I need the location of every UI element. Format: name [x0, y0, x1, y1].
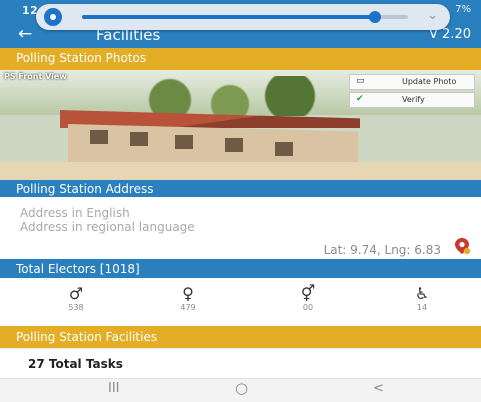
photos-section-header: Polling Station Photos — [0, 48, 481, 70]
total-tasks-row[interactable]: 27 Total Tasks — [0, 348, 481, 379]
lat-lng-readout: Lat: 9.74, Lng: 6.83 — [323, 243, 441, 257]
system-nav-bar: III ○ < — [0, 378, 481, 402]
facilities-header-label: Polling Station Facilities — [16, 330, 158, 344]
play-button[interactable] — [44, 8, 62, 26]
verify-button[interactable]: ✔ Verify — [349, 92, 475, 108]
total-tasks-label: 27 Total Tasks — [28, 357, 123, 371]
back-arrow-icon[interactable]: ← — [18, 24, 32, 44]
address-panel: Address in English Address in regional l… — [0, 197, 481, 259]
female-icon: ♀ — [182, 284, 194, 303]
battery-indicator: 7% — [455, 4, 471, 15]
address-english-field[interactable]: Address in English — [20, 206, 130, 220]
home-button[interactable]: ○ — [235, 379, 248, 397]
electors-section-header: Total Electors [1018] — [0, 259, 481, 278]
back-button[interactable]: < — [373, 381, 384, 396]
electors-breakdown: ♂ 538 ♀ 479 ⚥ 00 ♿ 14 — [0, 278, 481, 326]
camera-icon: ▭ — [356, 76, 365, 86]
male-electors-count: 538 — [68, 303, 84, 312]
media-progress-fill — [82, 15, 376, 19]
third-gender-electors-stat: ⚥ 00 — [278, 284, 338, 312]
media-seek-bar[interactable] — [82, 11, 408, 23]
male-icon: ♂ — [68, 284, 84, 303]
wheelchair-icon: ♿ — [414, 284, 430, 303]
polling-station-photo[interactable]: PS Front View ▭ Update Photo ✔ Verify — [0, 70, 481, 180]
female-electors-stat: ♀ 479 — [158, 284, 218, 312]
electors-header-label: Total Electors [1018] — [16, 262, 140, 276]
address-regional-field[interactable]: Address in regional language — [20, 220, 195, 234]
update-photo-label: Update Photo — [402, 77, 457, 86]
third-gender-icon: ⚥ — [300, 284, 316, 303]
recent-apps-button[interactable]: III — [108, 381, 120, 396]
media-seek-knob[interactable] — [369, 11, 382, 23]
media-overlay: ⌄ — [36, 4, 450, 30]
address-header-label: Polling Station Address — [16, 182, 154, 196]
check-icon: ✔ — [356, 94, 364, 104]
male-electors-stat: ♂ 538 — [46, 284, 106, 312]
chevron-down-icon[interactable]: ⌄ — [427, 8, 438, 23]
verify-label: Verify — [402, 95, 425, 104]
photos-header-label: Polling Station Photos — [16, 51, 147, 65]
photo-label: PS Front View — [4, 72, 67, 81]
third-gender-electors-count: 00 — [302, 303, 314, 312]
map-pin-icon[interactable] — [453, 237, 471, 255]
pwd-electors-count: 14 — [416, 303, 428, 312]
update-photo-button[interactable]: ▭ Update Photo — [349, 74, 475, 90]
pwd-electors-stat: ♿ 14 — [392, 284, 452, 312]
female-electors-count: 479 — [180, 303, 196, 312]
facilities-section-header: Polling Station Facilities — [0, 326, 481, 348]
address-section-header: Polling Station Address — [0, 180, 481, 197]
